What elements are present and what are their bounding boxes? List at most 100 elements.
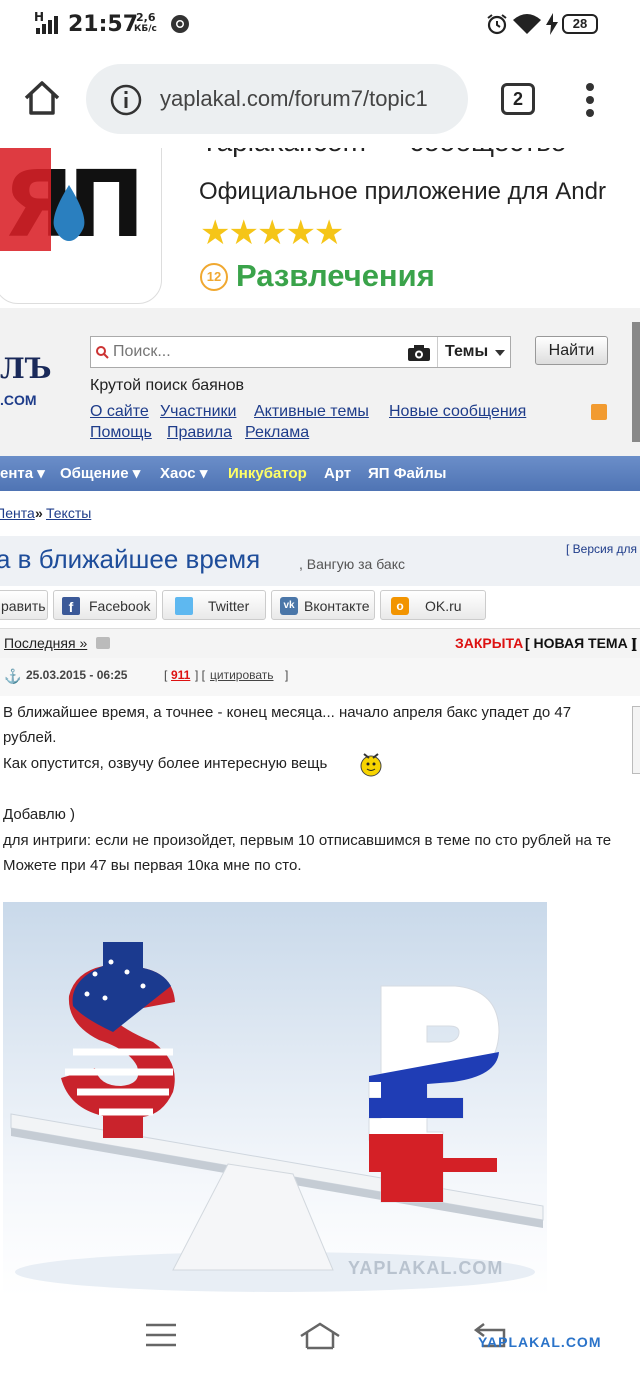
nav-item-chaos[interactable]: Хаос ▾ <box>160 456 207 491</box>
post-line: В ближайшее время, а точнее - конец меся… <box>3 704 572 721</box>
share-bar: равить f Facebook Twitter vk Вконтакте о… <box>0 586 640 628</box>
anchor-icon[interactable]: ⚓ <box>4 668 21 685</box>
nav-item-feed[interactable]: ента ▾ <box>0 456 45 491</box>
quote-link[interactable]: цитировать <box>210 668 274 682</box>
url-text: yaplakal.com/forum7/topic1 <box>160 86 428 111</box>
share-facebook-label: Facebook <box>89 598 151 614</box>
rating-bracket-close: ] [ <box>195 668 206 682</box>
quote-bracket-close: ] <box>285 668 289 682</box>
tab-count-button[interactable]: 2 <box>501 83 535 115</box>
page-icon <box>96 637 110 649</box>
browser-toolbar: yaplakal.com/forum7/topic1 2 <box>0 52 640 148</box>
share-vk-label: Вконтакте <box>304 598 370 614</box>
topic-subtitle: , Вангую за бакс <box>299 556 405 572</box>
nav-item-art[interactable]: Арт <box>324 456 351 491</box>
speed-value: 2,6 <box>136 11 156 24</box>
post-header: ⚓ 25.03.2015 - 06:25 [ 911 ] [ цитироват… <box>0 658 640 696</box>
link-new-posts[interactable]: Новые сообщения <box>389 403 526 421</box>
app-logo: ЯП <box>0 148 162 304</box>
info-icon[interactable] <box>110 84 142 121</box>
app-banner[interactable]: ЯП Yaplakal.com — сообщество Официальное… <box>0 148 640 308</box>
link-active-topics[interactable]: Активные темы <box>254 403 369 421</box>
topic-actions-row: Последняя » ЗАКРЫТА [ НОВАЯ ТЕМА ] [ <box>0 628 640 660</box>
share-send-button[interactable]: равить <box>0 590 48 620</box>
share-twitter-label: Twitter <box>208 598 250 614</box>
signal-icon <box>36 16 62 39</box>
bottom-watermark: YAPLAKAL.COM <box>478 1334 602 1350</box>
battery-indicator: 28 <box>562 14 598 34</box>
post-line: Добавлю ) <box>3 806 76 823</box>
twitter-icon <box>175 597 193 615</box>
site-tagline: Крутой поиск баянов <box>90 377 245 394</box>
print-version-link[interactable]: [ Версия для <box>566 542 637 556</box>
chrome-icon <box>170 14 190 39</box>
link-rules[interactable]: Правила <box>167 424 232 442</box>
smiley-icon <box>358 750 384 783</box>
rating-bracket-open: [ <box>164 668 168 682</box>
facebook-icon: f <box>62 597 80 615</box>
search-box[interactable]: Темы <box>90 336 511 368</box>
post-image: YAPLAKAL.COM <box>3 902 547 1296</box>
chevron-down-icon <box>495 350 505 356</box>
post-line: рублей. <box>3 729 57 746</box>
site-logo-domain: .COM <box>0 392 37 408</box>
rss-icon[interactable] <box>591 404 607 420</box>
ok-icon: о <box>391 597 409 615</box>
alarm-icon <box>486 13 508 40</box>
home-button-icon[interactable] <box>299 1320 341 1355</box>
more-menu-icon[interactable] <box>584 82 596 123</box>
new-topic-button[interactable]: [ НОВАЯ ТЕМА ] <box>525 635 636 651</box>
site-header: ЛЪ .COM Темы Найти Крутой поиск баянов О… <box>0 308 640 456</box>
nav-item-label: Хаос <box>160 465 196 482</box>
breadcrumb: Лента » Тексты <box>0 491 640 537</box>
drop-icon <box>49 185 89 246</box>
status-bar: H 21:57 2,6 КБ/с 28 <box>0 0 640 52</box>
home-icon[interactable] <box>22 80 62 121</box>
nav-item-files[interactable]: ЯП Файлы <box>368 456 446 491</box>
link-about[interactable]: О сайте <box>90 403 149 421</box>
post-date: 25.03.2015 - 06:25 <box>26 668 128 682</box>
side-scroll-tab[interactable] <box>632 706 640 774</box>
menu-icon[interactable] <box>146 1322 176 1353</box>
topic-title: а в ближайшее время <box>0 544 261 574</box>
share-twitter-button[interactable]: Twitter <box>162 590 266 620</box>
search-button[interactable]: Найти <box>535 336 608 365</box>
speed-unit: КБ/с <box>134 24 157 34</box>
clock: 21:57 <box>68 12 139 37</box>
main-nav: ента ▾ Общение ▾ Хаос ▾ Инкубатор Арт ЯП… <box>0 456 640 491</box>
nav-item-label: Общение <box>60 465 129 482</box>
search-divider <box>437 337 438 367</box>
camera-icon[interactable] <box>407 344 431 367</box>
nav-item-chat[interactable]: Общение ▾ <box>60 456 140 491</box>
link-members[interactable]: Участники <box>160 403 236 421</box>
app-title: Yaplakal.com — сообщество <box>200 148 566 158</box>
breadcrumb-texts[interactable]: Тексты <box>46 505 91 521</box>
nav-item-label: ента <box>0 465 34 482</box>
charging-icon <box>546 13 558 40</box>
link-ads[interactable]: Реклама <box>245 424 309 442</box>
logo-red-shape <box>0 148 51 251</box>
app-category: Развлечения <box>236 258 435 293</box>
image-watermark: YAPLAKAL.COM <box>348 1258 504 1278</box>
link-help[interactable]: Помощь <box>90 424 152 442</box>
rating-stars: ★★★★★ <box>200 214 344 252</box>
site-logo[interactable]: ЛЪ <box>0 352 52 385</box>
share-facebook-button[interactable]: f Facebook <box>53 590 157 620</box>
url-bar[interactable]: yaplakal.com/forum7/topic1 <box>86 64 468 134</box>
age-rating-badge: 12 <box>200 263 228 291</box>
wifi-icon <box>513 14 541 39</box>
breadcrumb-feed[interactable]: Лента <box>0 505 35 521</box>
post-body: В ближайшее время, а точнее - конец меся… <box>0 696 640 1296</box>
nav-item-incubator[interactable]: Инкубатор <box>228 456 307 491</box>
post-rating[interactable]: 911 <box>171 668 190 682</box>
search-input[interactable] <box>113 341 393 363</box>
more-actions-bracket: [ <box>632 635 637 651</box>
post-line: для интриги: если не произойдет, первым … <box>3 832 612 849</box>
share-vk-button[interactable]: vk Вконтакте <box>271 590 375 620</box>
search-icon <box>95 345 109 364</box>
share-ok-button[interactable]: о OK.ru <box>380 590 486 620</box>
dollar-ruble-illustration <box>10 942 544 1292</box>
scrollbar[interactable] <box>632 322 640 442</box>
last-page-link[interactable]: Последняя » <box>4 635 87 651</box>
search-scope-select[interactable]: Темы <box>445 343 488 361</box>
